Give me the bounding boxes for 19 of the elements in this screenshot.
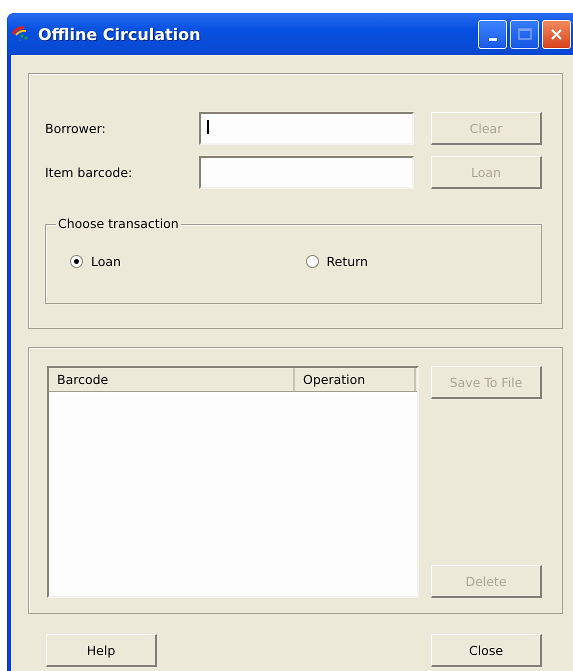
- close-button[interactable]: [542, 20, 571, 48]
- column-header[interactable]: Operation: [295, 368, 416, 391]
- window-title: Offline Circulation: [38, 24, 202, 44]
- column-header[interactable]: Barcode: [49, 368, 295, 391]
- app-icon: [12, 26, 30, 42]
- footer-button[interactable]: Close: [431, 634, 542, 667]
- groupbox-title: Choose transaction: [56, 216, 181, 231]
- radio-option[interactable]: Return: [306, 254, 541, 269]
- minimize-icon: [488, 38, 496, 40]
- field-label: Borrower:: [45, 121, 107, 136]
- minimize-button[interactable]: [478, 20, 507, 48]
- maximize-button[interactable]: [510, 20, 539, 48]
- radio-option[interactable]: Loan: [70, 254, 306, 269]
- maximize-icon: [518, 28, 532, 40]
- close-icon: [550, 28, 563, 40]
- field-label: Item barcode:: [45, 165, 134, 180]
- footer-button[interactable]: Help: [46, 634, 157, 667]
- input-field[interactable]: [199, 156, 414, 189]
- input-field[interactable]: [199, 112, 414, 145]
